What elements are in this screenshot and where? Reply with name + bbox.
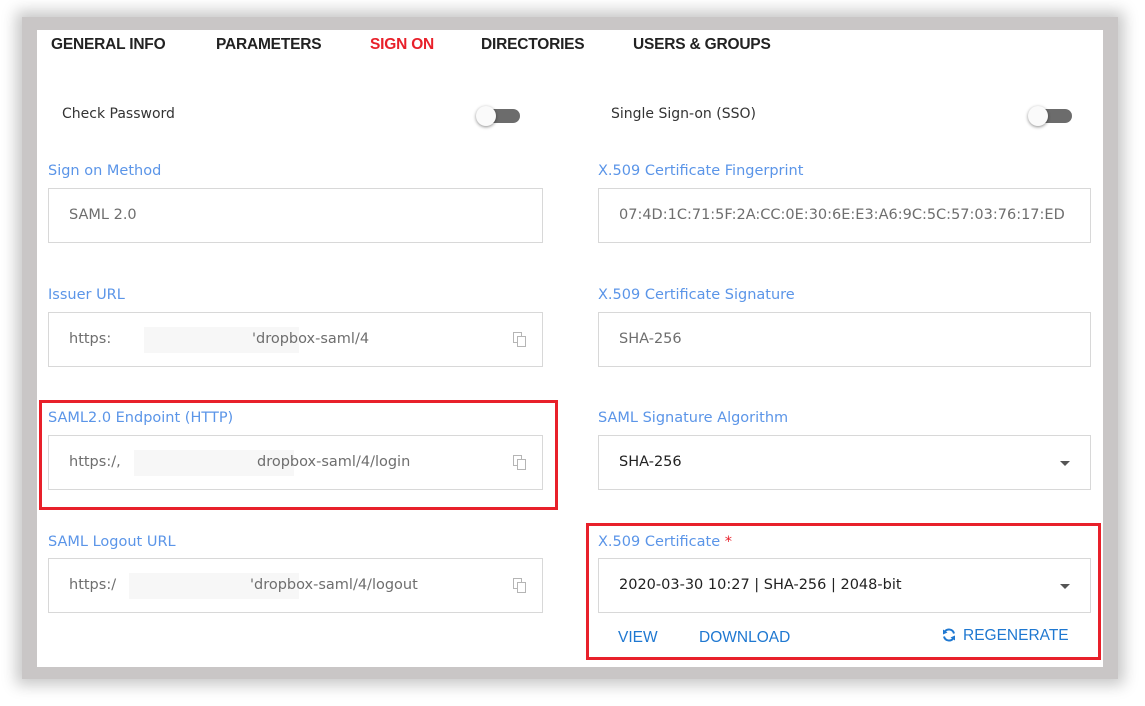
- copy-icon[interactable]: [513, 578, 526, 593]
- toggle-knob: [1028, 106, 1048, 126]
- tab-sign-on[interactable]: SIGN ON: [370, 36, 434, 54]
- signature-label: X.509 Certificate Signature: [598, 287, 795, 303]
- issuer-url-suffix: 'dropbox-saml/4: [252, 331, 370, 347]
- logout-url-label: SAML Logout URL: [48, 534, 176, 550]
- logout-url-suffix: 'dropbox-saml/4/logout: [250, 577, 418, 593]
- sign-on-method-value: SAML 2.0: [69, 207, 137, 223]
- tab-directories[interactable]: DIRECTORIES: [481, 36, 585, 54]
- algorithm-select[interactable]: SHA-256: [598, 435, 1091, 490]
- logout-url-field[interactable]: https:/ 'dropbox-saml/4/logout: [48, 558, 543, 613]
- sso-label: Single Sign-on (SSO): [611, 106, 756, 122]
- chevron-down-icon[interactable]: [1060, 461, 1070, 466]
- logout-url-prefix: https:/: [69, 577, 117, 593]
- endpoint-highlight-box: [39, 400, 558, 510]
- sign-on-method-field[interactable]: SAML 2.0: [48, 188, 543, 243]
- copy-icon[interactable]: [513, 332, 526, 347]
- tab-users-groups[interactable]: USERS & GROUPS: [633, 36, 771, 54]
- fingerprint-label: X.509 Certificate Fingerprint: [598, 163, 804, 179]
- toggle-knob: [476, 106, 496, 126]
- signature-field[interactable]: SHA-256: [598, 312, 1091, 367]
- sign-on-method-label: Sign on Method: [48, 163, 162, 179]
- check-password-toggle[interactable]: [476, 106, 520, 126]
- algorithm-label: SAML Signature Algorithm: [598, 410, 789, 426]
- fingerprint-value: 07:4D:1C:71:5F:2A:CC:0E:30:6E:E3:A6:9C:5…: [619, 207, 1065, 223]
- issuer-url-label: Issuer URL: [48, 287, 125, 303]
- certificate-highlight-box: [586, 523, 1101, 660]
- tab-general-info[interactable]: GENERAL INFO: [51, 36, 166, 54]
- sso-toggle[interactable]: [1028, 106, 1072, 126]
- fingerprint-field[interactable]: 07:4D:1C:71:5F:2A:CC:0E:30:6E:E3:A6:9C:5…: [598, 188, 1091, 243]
- issuer-url-field[interactable]: https: 'dropbox-saml/4: [48, 312, 543, 367]
- algorithm-value: SHA-256: [619, 454, 682, 470]
- signature-value: SHA-256: [619, 331, 682, 347]
- issuer-url-prefix: https:: [69, 331, 112, 347]
- check-password-label: Check Password: [62, 106, 175, 122]
- tab-parameters[interactable]: PARAMETERS: [216, 36, 322, 54]
